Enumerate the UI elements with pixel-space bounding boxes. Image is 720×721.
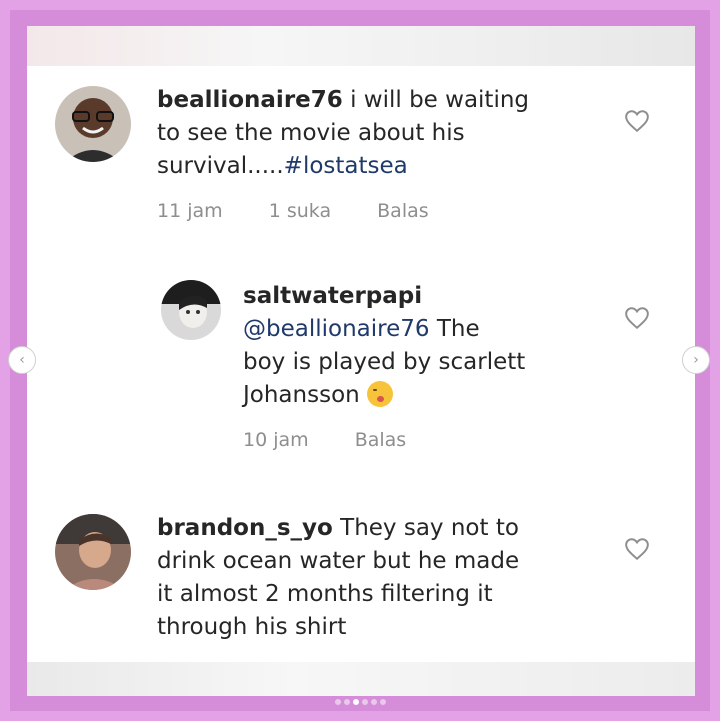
avatar[interactable] <box>55 514 131 590</box>
avatar[interactable] <box>161 280 221 340</box>
heart-icon[interactable] <box>624 537 650 561</box>
reply-button[interactable]: Balas <box>377 200 429 222</box>
carousel-dot[interactable] <box>343 699 350 705</box>
blurred-top-strip <box>27 26 695 66</box>
timestamp: 10 jam <box>243 429 309 451</box>
comment-meta: 11 jam 1 suka Balas <box>157 200 469 222</box>
heart-icon[interactable] <box>624 306 650 330</box>
hashtag-link[interactable]: #lostatsea <box>284 153 408 179</box>
comment-meta: 10 jam Balas <box>243 429 446 451</box>
carousel-dot-active[interactable] <box>352 699 359 705</box>
carousel-dot[interactable] <box>370 699 377 705</box>
blurred-bottom-strip <box>27 662 695 696</box>
carousel-dot[interactable] <box>361 699 368 705</box>
chevron-right-icon[interactable]: › <box>682 346 710 374</box>
comment-text: beallionaire76 i will be waiting to see … <box>157 87 530 179</box>
comment-text: brandon_s_yo They say not to drink ocean… <box>157 515 520 640</box>
username[interactable]: brandon_s_yo <box>157 515 333 541</box>
carousel-dot[interactable] <box>379 699 386 705</box>
username[interactable]: saltwaterpapi <box>243 283 422 309</box>
likes-count[interactable]: 1 suka <box>269 200 331 222</box>
comments-card: beallionaire76 i will be waiting to see … <box>27 26 695 696</box>
timestamp: 11 jam <box>157 200 223 222</box>
mention-link[interactable]: @beallionaire76 <box>243 316 430 342</box>
carousel-dots <box>0 699 720 705</box>
reply-button[interactable]: Balas <box>355 429 407 451</box>
comment-text: saltwaterpapi @beallionaire76 The boy is… <box>243 283 526 408</box>
chevron-left-icon[interactable]: ‹ <box>8 346 36 374</box>
avatar[interactable] <box>55 86 131 162</box>
username[interactable]: beallionaire76 <box>157 87 343 113</box>
heart-icon[interactable] <box>624 109 650 133</box>
carousel-dot[interactable] <box>334 699 341 705</box>
kissing-face-emoji <box>367 381 394 407</box>
